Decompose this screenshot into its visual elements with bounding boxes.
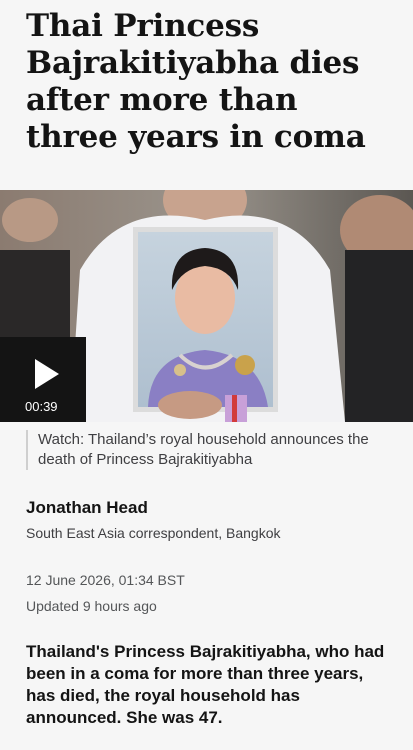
play-button[interactable]: 00:39 [0, 337, 86, 422]
published-date: 12 June 2026, 01:34 BST [26, 572, 185, 588]
author-role: South East Asia correspondent, Bangkok [26, 525, 281, 541]
video-caption: Watch: Thailand’s royal household announ… [26, 430, 408, 470]
author-name[interactable]: Jonathan Head [26, 498, 148, 518]
article-lead-paragraph: Thailand's Princess Bajrakitiyabha, who … [26, 642, 385, 727]
article-headline: Thai Princess Bajrakitiyabha dies after … [26, 8, 366, 155]
video-duration: 00:39 [25, 399, 58, 414]
play-icon [35, 359, 59, 389]
updated-time: Updated 9 hours ago [26, 598, 157, 614]
